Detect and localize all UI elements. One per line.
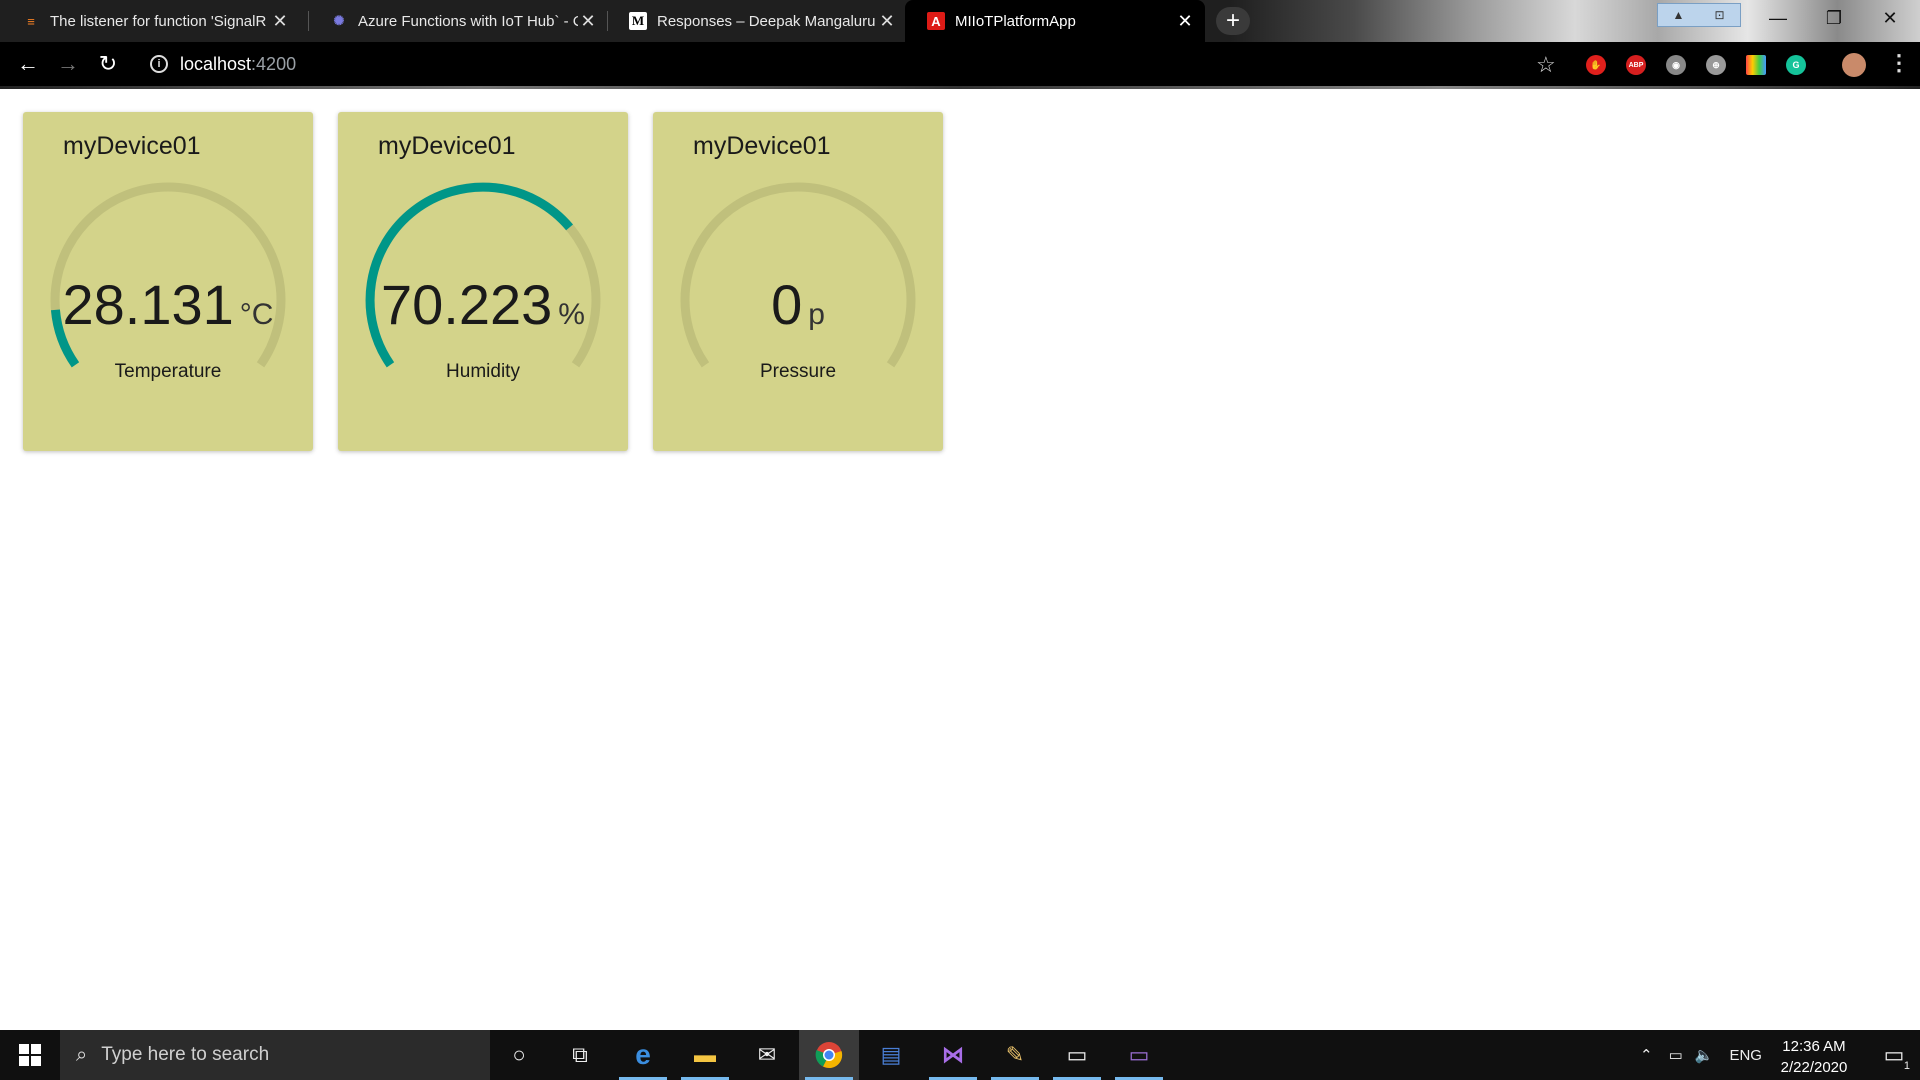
start-button[interactable] [0,1030,60,1080]
system-tray: ⌃ ▭ 🔈 ENG [1640,1030,1762,1080]
clock[interactable]: 12:36 AM 2/22/2020 [1764,1036,1864,1078]
restore-button[interactable]: ❐ [1806,0,1862,36]
close-tab-icon[interactable]: ✕ [1175,11,1195,31]
stackoverflow-icon: ≡ [27,13,35,29]
arrow-left-icon: ← [17,51,39,76]
tab-miiot-platform-app[interactable]: A MIIoTPlatformApp ✕ [905,0,1205,42]
taskbar-search-input[interactable]: ⌕ Type here to search [60,1030,490,1080]
search-placeholder: Type here to search [101,1044,270,1065]
gauge-value: 70.223% [338,272,628,337]
task-view-button[interactable]: ⧉ [550,1030,610,1080]
address-bar[interactable]: i localhost:4200 [138,47,1558,81]
gauge-number: 0 [771,273,803,336]
url-host: localhost [180,53,252,74]
edge-icon: e [635,1039,651,1070]
gauge-number: 70.223 [381,273,553,336]
paint-palette-icon: ✎ [1005,1042,1025,1067]
notification-icon: ▭ [1883,1042,1905,1067]
close-tab-icon[interactable]: ✕ [578,11,598,31]
clock-time: 12:36 AM [1782,1038,1846,1055]
visual-studio-button[interactable]: ⋈ [923,1030,983,1080]
adblock-icon[interactable]: ✋ [1586,55,1606,75]
powershell-button[interactable]: ▭ [1109,1030,1169,1080]
abp-label: ABP [1628,61,1644,69]
color-grid-icon[interactable] [1746,55,1766,75]
gauge-card-temperature: myDevice01 28.131 °C Temperature [23,112,313,451]
gauge-label: Humidity [446,361,520,382]
terminal-icon: ▭ [1066,1042,1088,1067]
bookmark-star-icon[interactable]: ☆ [1536,52,1556,78]
document-app-button[interactable]: ▤ [861,1030,921,1080]
tab-azure-functions[interactable]: ✺ Azure Functions with IoT Hub` - C ✕ [308,0,608,42]
gauge-card-humidity: myDevice01 70.223% Humidity [338,112,628,451]
close-window-button[interactable]: ✕ [1862,0,1918,36]
tab-title: The listener for function 'SignalR [50,12,267,30]
forward-button[interactable]: → [48,44,88,84]
gauge-label: Temperature [114,361,222,382]
notifications-button[interactable]: ▭ 1 [1872,1030,1916,1080]
paint-button[interactable]: ✎ [985,1030,1045,1080]
gauge-unit: °C [239,298,274,331]
angular-icon: A [927,12,945,30]
tab-medium-responses[interactable]: M Responses – Deepak Mangaluru ✕ [607,0,907,42]
window-extras[interactable]: ▲ ⊡ [1657,3,1741,27]
task-view-icon: ⧉ [572,1042,588,1067]
reload-button[interactable]: ↻ [88,44,128,84]
url-port: :4200 [251,53,297,74]
tab-stackoverflow[interactable]: ≡ The listener for function 'SignalR ✕ [0,0,300,42]
chrome-button[interactable] [799,1030,859,1080]
windows-logo-icon [19,1044,41,1066]
gauge-label: Pressure [759,361,837,382]
grammarly-icon[interactable]: G [1786,55,1806,75]
close-tab-icon[interactable]: ✕ [877,11,897,31]
gauge-value: 28.131 °C [23,272,313,337]
document-icon: ▤ [880,1042,902,1067]
visual-studio-icon: ⋈ [942,1042,964,1067]
arrow-right-icon: → [57,51,79,76]
battery-icon[interactable]: ▭ [1669,1046,1683,1064]
eject-icon[interactable]: ▲ [1658,4,1699,26]
mail-button[interactable]: ✉ [737,1030,797,1080]
site-info-icon[interactable]: i [150,55,168,73]
new-tab-button[interactable]: + [1216,7,1250,35]
menu-icon[interactable]: ⋮ [1888,50,1910,76]
file-explorer-button[interactable]: ▬ [675,1030,735,1080]
pin-icon[interactable]: ⊡ [1699,4,1740,26]
search-icon: ⌕ [76,1043,88,1066]
gauge-card-pressure: myDevice01 0p Pressure [653,112,943,451]
camera-icon[interactable]: ◉ [1666,55,1686,75]
tab-title: MIIoTPlatformApp [955,12,1076,30]
gauge-unit: p [808,298,825,331]
back-button[interactable]: ← [8,44,48,84]
terminal-button[interactable]: ▭ [1047,1030,1107,1080]
tab-title: Responses – Deepak Mangaluru [657,12,876,30]
gauge-unit: % [558,298,585,331]
medium-icon: M [629,12,647,30]
language-indicator[interactable]: ENG [1729,1047,1762,1064]
powershell-icon: ▭ [1128,1042,1150,1067]
close-tab-icon[interactable]: ✕ [270,11,290,31]
minimize-button[interactable]: — [1750,0,1806,36]
page-content: myDevice01 28.131 °C Temperature myDevice… [0,89,1920,1030]
edge-button[interactable]: e [613,1030,673,1080]
tab-title: Azure Functions with IoT Hub` - C [358,12,578,30]
folder-icon: ▬ [694,1042,716,1067]
notification-count: 1 [1903,1060,1910,1072]
volume-icon[interactable]: 🔈 [1695,1046,1714,1064]
chrome-icon [815,1042,843,1069]
clock-date: 2/22/2020 [1780,1059,1848,1076]
cortana-button[interactable]: ○ [489,1030,549,1080]
globe-icon[interactable]: ⊕ [1706,55,1726,75]
abp-icon[interactable]: ABP [1626,55,1646,75]
mail-icon: ✉ [757,1042,777,1067]
chevron-up-icon[interactable]: ⌃ [1640,1046,1653,1064]
gauge-value: 0p [653,272,943,337]
gauge-number: 28.131 [62,273,234,336]
tab-strip: ≡ The listener for function 'SignalR ✕ ✺… [0,0,1920,42]
cortana-icon: ○ [512,1042,526,1067]
avatar[interactable] [1842,53,1866,77]
reload-icon: ↻ [98,51,118,76]
azure-icon: ✺ [333,13,345,28]
